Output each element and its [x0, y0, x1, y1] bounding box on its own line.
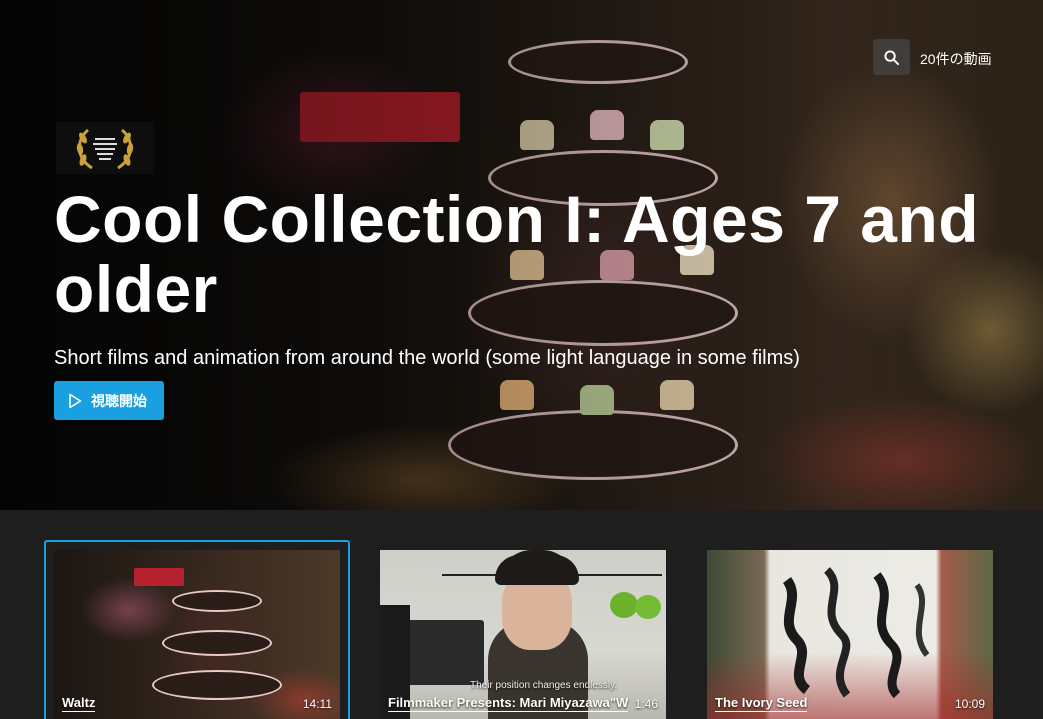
cake-stand-tier	[162, 630, 272, 656]
video-thumbnail	[54, 550, 340, 719]
video-title: The Ivory Seed	[715, 695, 808, 712]
cake-stand-tier	[152, 670, 282, 700]
green-pot	[635, 595, 661, 619]
start-watching-button[interactable]: 視聴開始	[54, 381, 164, 420]
laurel-award-icon	[56, 122, 154, 174]
video-duration: 10:09	[954, 697, 985, 711]
video-thumbnail	[707, 550, 993, 719]
hero-banner: 20件の動画 Cool Collection I: Ages 7 and old…	[0, 0, 1043, 510]
person-hair	[495, 555, 579, 585]
hero-subtitle: Short films and animation from around th…	[54, 347, 800, 369]
search-icon	[884, 49, 899, 65]
video-card[interactable]: Their position changes endlessly. Filmma…	[380, 550, 666, 719]
video-title: Filmmaker Presents: Mari Miyazawa"W	[388, 695, 629, 712]
ink-drawing	[782, 567, 930, 699]
play-icon	[69, 393, 82, 408]
video-title: Waltz	[62, 695, 96, 712]
video-count: 20件の動画	[920, 51, 992, 67]
video-duration: 14:11	[302, 697, 332, 711]
video-duration: 1:46	[634, 697, 658, 711]
cake-stand-tier	[172, 590, 262, 612]
green-pot	[610, 592, 638, 618]
hero-title: Cool Collection I: Ages 7 and older	[54, 182, 980, 326]
video-thumbnail	[380, 550, 666, 719]
search-button[interactable]	[873, 39, 910, 75]
video-card[interactable]: Waltz 14:11	[54, 550, 340, 719]
start-watching-label: 視聴開始	[91, 392, 147, 409]
video-card[interactable]: The Ivory Seed 10:09	[707, 550, 993, 719]
video-row: Waltz 14:11 Their position changes endle…	[0, 510, 1043, 719]
subtitle-caption: Their position changes endlessly.	[470, 680, 618, 691]
gift-box	[134, 568, 184, 586]
